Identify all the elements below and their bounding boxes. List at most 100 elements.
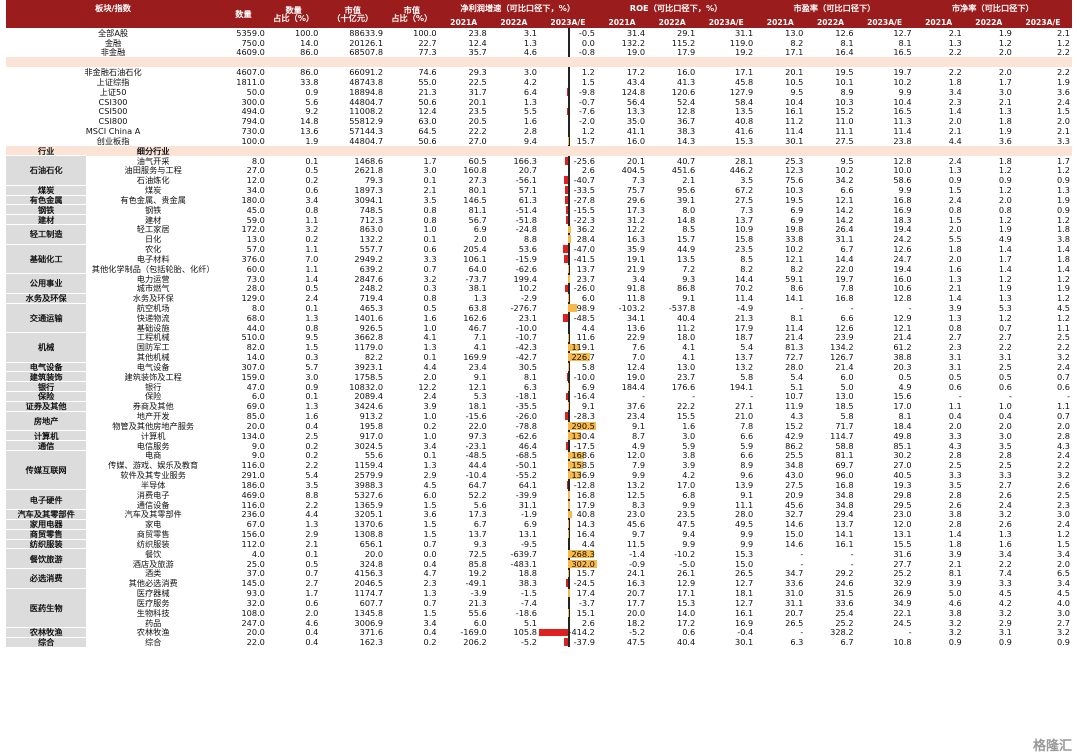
growth-bar [567, 510, 572, 519]
mktcap-cell: 1468.6 [354, 155, 384, 166]
growth-2021-cell: 64.0 [468, 263, 487, 274]
pb-cell: 2.1 [1056, 126, 1070, 137]
pe-cell: 32.9 [893, 578, 912, 589]
growth-bar [567, 500, 570, 509]
growth-2022-cell: -10.0 [515, 322, 537, 333]
growth-2022-cell: 9.4 [523, 136, 537, 146]
growth-2023-cell: 28.4 [539, 234, 597, 245]
growth-2021-cell: 81.1 [468, 204, 487, 215]
r-cell: 4.2 [682, 470, 696, 481]
pb-cell: 0.9 [1056, 175, 1070, 186]
industry-name: 保险 [6, 391, 87, 402]
sub-industry-name: 其他必选消费 [128, 578, 178, 589]
r-cell: 3.8 [682, 450, 696, 461]
industry-name: 必选消费 [6, 568, 87, 589]
industry-row: 电子材料 376.0 7.0 2949.2 3.3 106.1 -15.9 -41.5 19.1… [6, 254, 1072, 264]
growth-2021-cell: 106.1 [463, 254, 487, 264]
mktcap-cell: 2579.9 [354, 470, 384, 481]
industry-row: 通信设备 116.0 2.2 1365.9 1.5 5.6 31.1 17.9 8.3 9.9 11… [6, 499, 1072, 510]
index-name: 上证综指 [96, 77, 130, 87]
header-mktcap-pct: 市值 占比（%） [385, 0, 439, 28]
industry-row: 建材 建材 59.0 1.1 712.3 0.8 56.7 -51.8 -22.3 31.2 14.… [6, 214, 1072, 225]
mktcap-pct-cell: 74.6 [418, 67, 437, 78]
growth-2022-cell: -62.6 [515, 430, 537, 441]
year-label: 2023A/E [855, 17, 914, 28]
growth-value: -0.5 [578, 28, 595, 38]
pe-cell: 23.8 [893, 136, 912, 146]
pb-cell: 4.2 [998, 598, 1012, 608]
count-pct-cell: 13.6 [300, 126, 319, 137]
pe-cell: - [850, 548, 854, 559]
r-cell: 29.6 [626, 195, 646, 205]
growth-bar [565, 156, 568, 165]
r-cell: 21.9 [626, 263, 646, 274]
pe-cell: 19.3 [893, 480, 912, 490]
pb-cell: 1.9 [1056, 77, 1070, 87]
industry-row: 其他机械 14.0 0.3 82.2 0.1 169.9 -42.7 226.7 7.0 4.1 1… [6, 352, 1072, 363]
sub-industry-name: 建筑装饰及工程 [124, 371, 182, 382]
r-cell: 132.2 [621, 37, 646, 48]
r-cell: 75.7 [626, 185, 646, 196]
r-cell: 37.6 [626, 401, 646, 412]
r-cell: 58.4 [734, 96, 754, 107]
growth-value: 36.2 [576, 224, 595, 235]
sub-industry-name: 有色金属、贵金属 [120, 195, 186, 205]
pe-cell: 0.5 [898, 371, 912, 382]
growth-2021-cell: 60.5 [468, 155, 487, 166]
pb-cell: 2.2 [1056, 67, 1070, 78]
pb-cell: 2.0 [1056, 421, 1070, 431]
pe-cell: 24.6 [835, 578, 854, 589]
pe-cell: 5.4 [790, 371, 804, 382]
pe-cell: 16.1 [785, 106, 804, 117]
growth-2023-cell: 16.8 [539, 489, 597, 500]
valuation-table: 板块/指数 数量 数量 占比（%） 市值 （十亿元） 市值 占比（%） 净利润增… [6, 0, 1072, 648]
pb-cell: 2.0 [948, 224, 962, 235]
count-pct-cell: 9.5 [305, 332, 319, 343]
growth-value: -47.0 [573, 244, 595, 255]
industry-name: 农林牧渔 [6, 627, 87, 638]
zero-axis [567, 617, 570, 628]
growth-2021-cell: 27.3 [468, 175, 487, 186]
growth-2022-cell: 3.0 [523, 67, 537, 78]
mktcap-cell: 2046.5 [354, 578, 384, 589]
r-cell: -5.0 [679, 558, 696, 569]
count-cell: 1811.0 [236, 77, 265, 87]
mktcap-pct-cell: 4.1 [423, 332, 437, 343]
pb-cell: 1.2 [998, 273, 1012, 284]
count-pct-cell: 100.0 [294, 28, 319, 38]
pb-cell: 1.2 [1056, 37, 1070, 48]
pe-cell: 12.1 [893, 322, 912, 333]
growth-2021-cell: -49.1 [465, 578, 487, 589]
sub-industry-name: 轻工家居 [136, 224, 170, 235]
pb-cell: 5.0 [948, 588, 962, 599]
r-cell: 56.4 [626, 96, 646, 107]
growth-2023-cell: 15.7 [539, 568, 597, 579]
growth-2022-cell: 1.6 [523, 116, 537, 127]
r-cell: 7.8 [740, 421, 754, 431]
growth-2023-cell: 136.9 [539, 470, 597, 481]
growth-2021-cell: 9.3 [473, 539, 487, 549]
pb-cell: 2.1 [948, 283, 962, 294]
index-name: 非金融石油石化 [84, 67, 142, 78]
r-cell: 13.0 [677, 362, 696, 372]
pb-cell: - [1008, 391, 1012, 402]
pb-cell: 1.2 [998, 313, 1012, 323]
growth-2023-cell: -414.2 [538, 627, 597, 638]
mktcap-cell: 10832.0 [349, 381, 384, 392]
growth-2021-cell: -15.6 [465, 411, 487, 422]
growth-2022-cell: -18.6 [515, 607, 537, 618]
industry-name: 汽车及其零部件 [6, 509, 87, 520]
r-cell: 40.4 [677, 313, 696, 323]
growth-2022-cell: 6.3 [523, 381, 537, 392]
growth-2022-cell: 2.8 [523, 126, 537, 137]
growth-value: 0.0 [581, 37, 595, 48]
pb-cell: 2.1 [948, 28, 962, 38]
r-cell: 15.0 [734, 558, 754, 569]
pb-cell: 2.3 [1056, 499, 1070, 510]
growth-2021-cell: -10.4 [465, 470, 487, 481]
r-cell: 17.7 [626, 598, 646, 608]
growth-value: 11.6 [576, 332, 595, 343]
pb-cell: 0.9 [1056, 204, 1070, 215]
growth-value: -27.8 [573, 195, 595, 205]
pe-cell: 45.6 [785, 499, 804, 510]
